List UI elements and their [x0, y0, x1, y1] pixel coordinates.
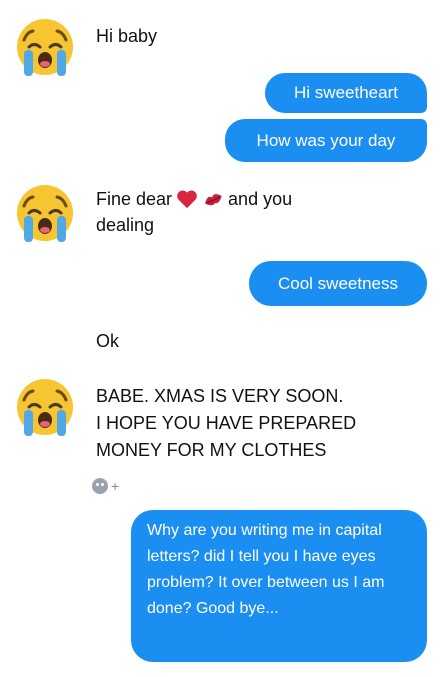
message-text-line: Fine dear: [96, 189, 173, 209]
contact-avatar-crying-face-icon[interactable]: [12, 178, 78, 244]
kiss-mark-icon: [202, 189, 224, 209]
outgoing-message-4[interactable]: Why are you writing me in capital letter…: [131, 510, 427, 662]
outgoing-message-1[interactable]: Hi sweetheart: [265, 73, 427, 113]
message-text-line: and you: [228, 189, 293, 209]
incoming-message-4[interactable]: BABE. XMAS IS VERY SOON. I HOPE YOU HAVE…: [96, 383, 356, 464]
incoming-message-3[interactable]: Ok: [96, 328, 119, 354]
contact-avatar-crying-face-icon[interactable]: [12, 372, 78, 438]
message-text-line: I HOPE YOU HAVE PREPARED: [96, 413, 357, 433]
add-reaction-icon: [92, 478, 108, 494]
message-text-line: BABE. XMAS IS VERY SOON.: [96, 386, 344, 406]
message-text-line: dealing: [96, 215, 155, 235]
red-heart-icon: [176, 189, 198, 209]
outgoing-message-3[interactable]: Cool sweetness: [249, 261, 427, 306]
add-reaction-button[interactable]: +: [92, 478, 119, 494]
incoming-message-2[interactable]: Fine dear and you dealing: [96, 186, 292, 238]
outgoing-message-2[interactable]: How was your day: [225, 119, 427, 162]
contact-avatar-crying-face-icon[interactable]: [12, 12, 78, 78]
message-text-line: MONEY FOR MY CLOTHES: [96, 440, 327, 460]
add-reaction-plus: +: [111, 478, 120, 494]
incoming-message-1[interactable]: Hi baby: [96, 23, 157, 49]
